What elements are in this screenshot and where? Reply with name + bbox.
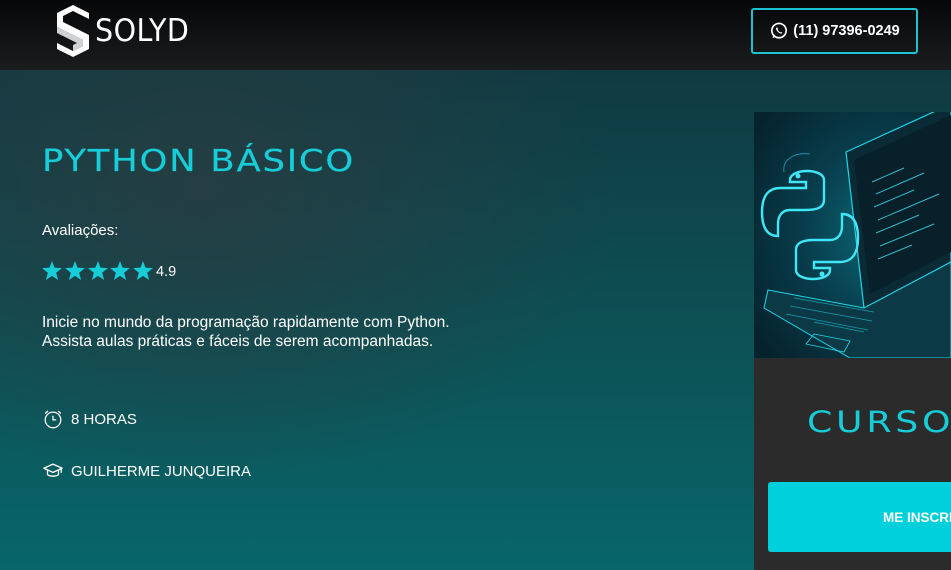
graduation-cap-icon	[42, 460, 64, 482]
logo-s-icon	[57, 5, 89, 57]
clock-icon	[42, 408, 64, 430]
enroll-button[interactable]: ME INSCREVER	[768, 482, 951, 552]
star-icon	[64, 261, 85, 280]
rating-value: 4.9	[155, 263, 177, 280]
ratings-label: Avaliações:	[42, 222, 119, 239]
card-title: CURSO	[807, 405, 951, 439]
site-header: SOLYD (11) 97396-0249	[0, 0, 951, 70]
whatsapp-icon	[771, 22, 788, 39]
duration-text: 8 HORAS	[71, 410, 137, 428]
whatsapp-button[interactable]: (11) 97396-0249	[751, 8, 918, 54]
course-duration: 8 HORAS	[42, 408, 137, 430]
logo-text: SOLYD	[95, 13, 190, 49]
course-description: Inicie no mundo da programação rapidamen…	[42, 313, 522, 351]
solyd-logo[interactable]: SOLYD	[55, 5, 198, 57]
course-title: PYTHON BÁSICO	[42, 144, 356, 179]
description-line: Inicie no mundo da programação rapidamen…	[42, 314, 450, 331]
enroll-card: CURSO ME INSCREVER	[754, 112, 951, 570]
rating-stars: 4.9	[42, 261, 176, 280]
phone-number: (11) 97396-0249	[793, 23, 900, 39]
course-image	[754, 112, 951, 358]
star-icon	[87, 261, 108, 280]
python-laptop-illustration	[760, 112, 951, 358]
instructor-name: GUILHERME JUNQUEIRA	[71, 462, 252, 480]
description-line: Assista aulas práticas e fáceis de serem…	[42, 333, 434, 350]
star-icon	[42, 261, 62, 280]
star-icon	[133, 261, 154, 280]
star-icon	[110, 261, 131, 280]
course-instructor: GUILHERME JUNQUEIRA	[42, 460, 251, 482]
